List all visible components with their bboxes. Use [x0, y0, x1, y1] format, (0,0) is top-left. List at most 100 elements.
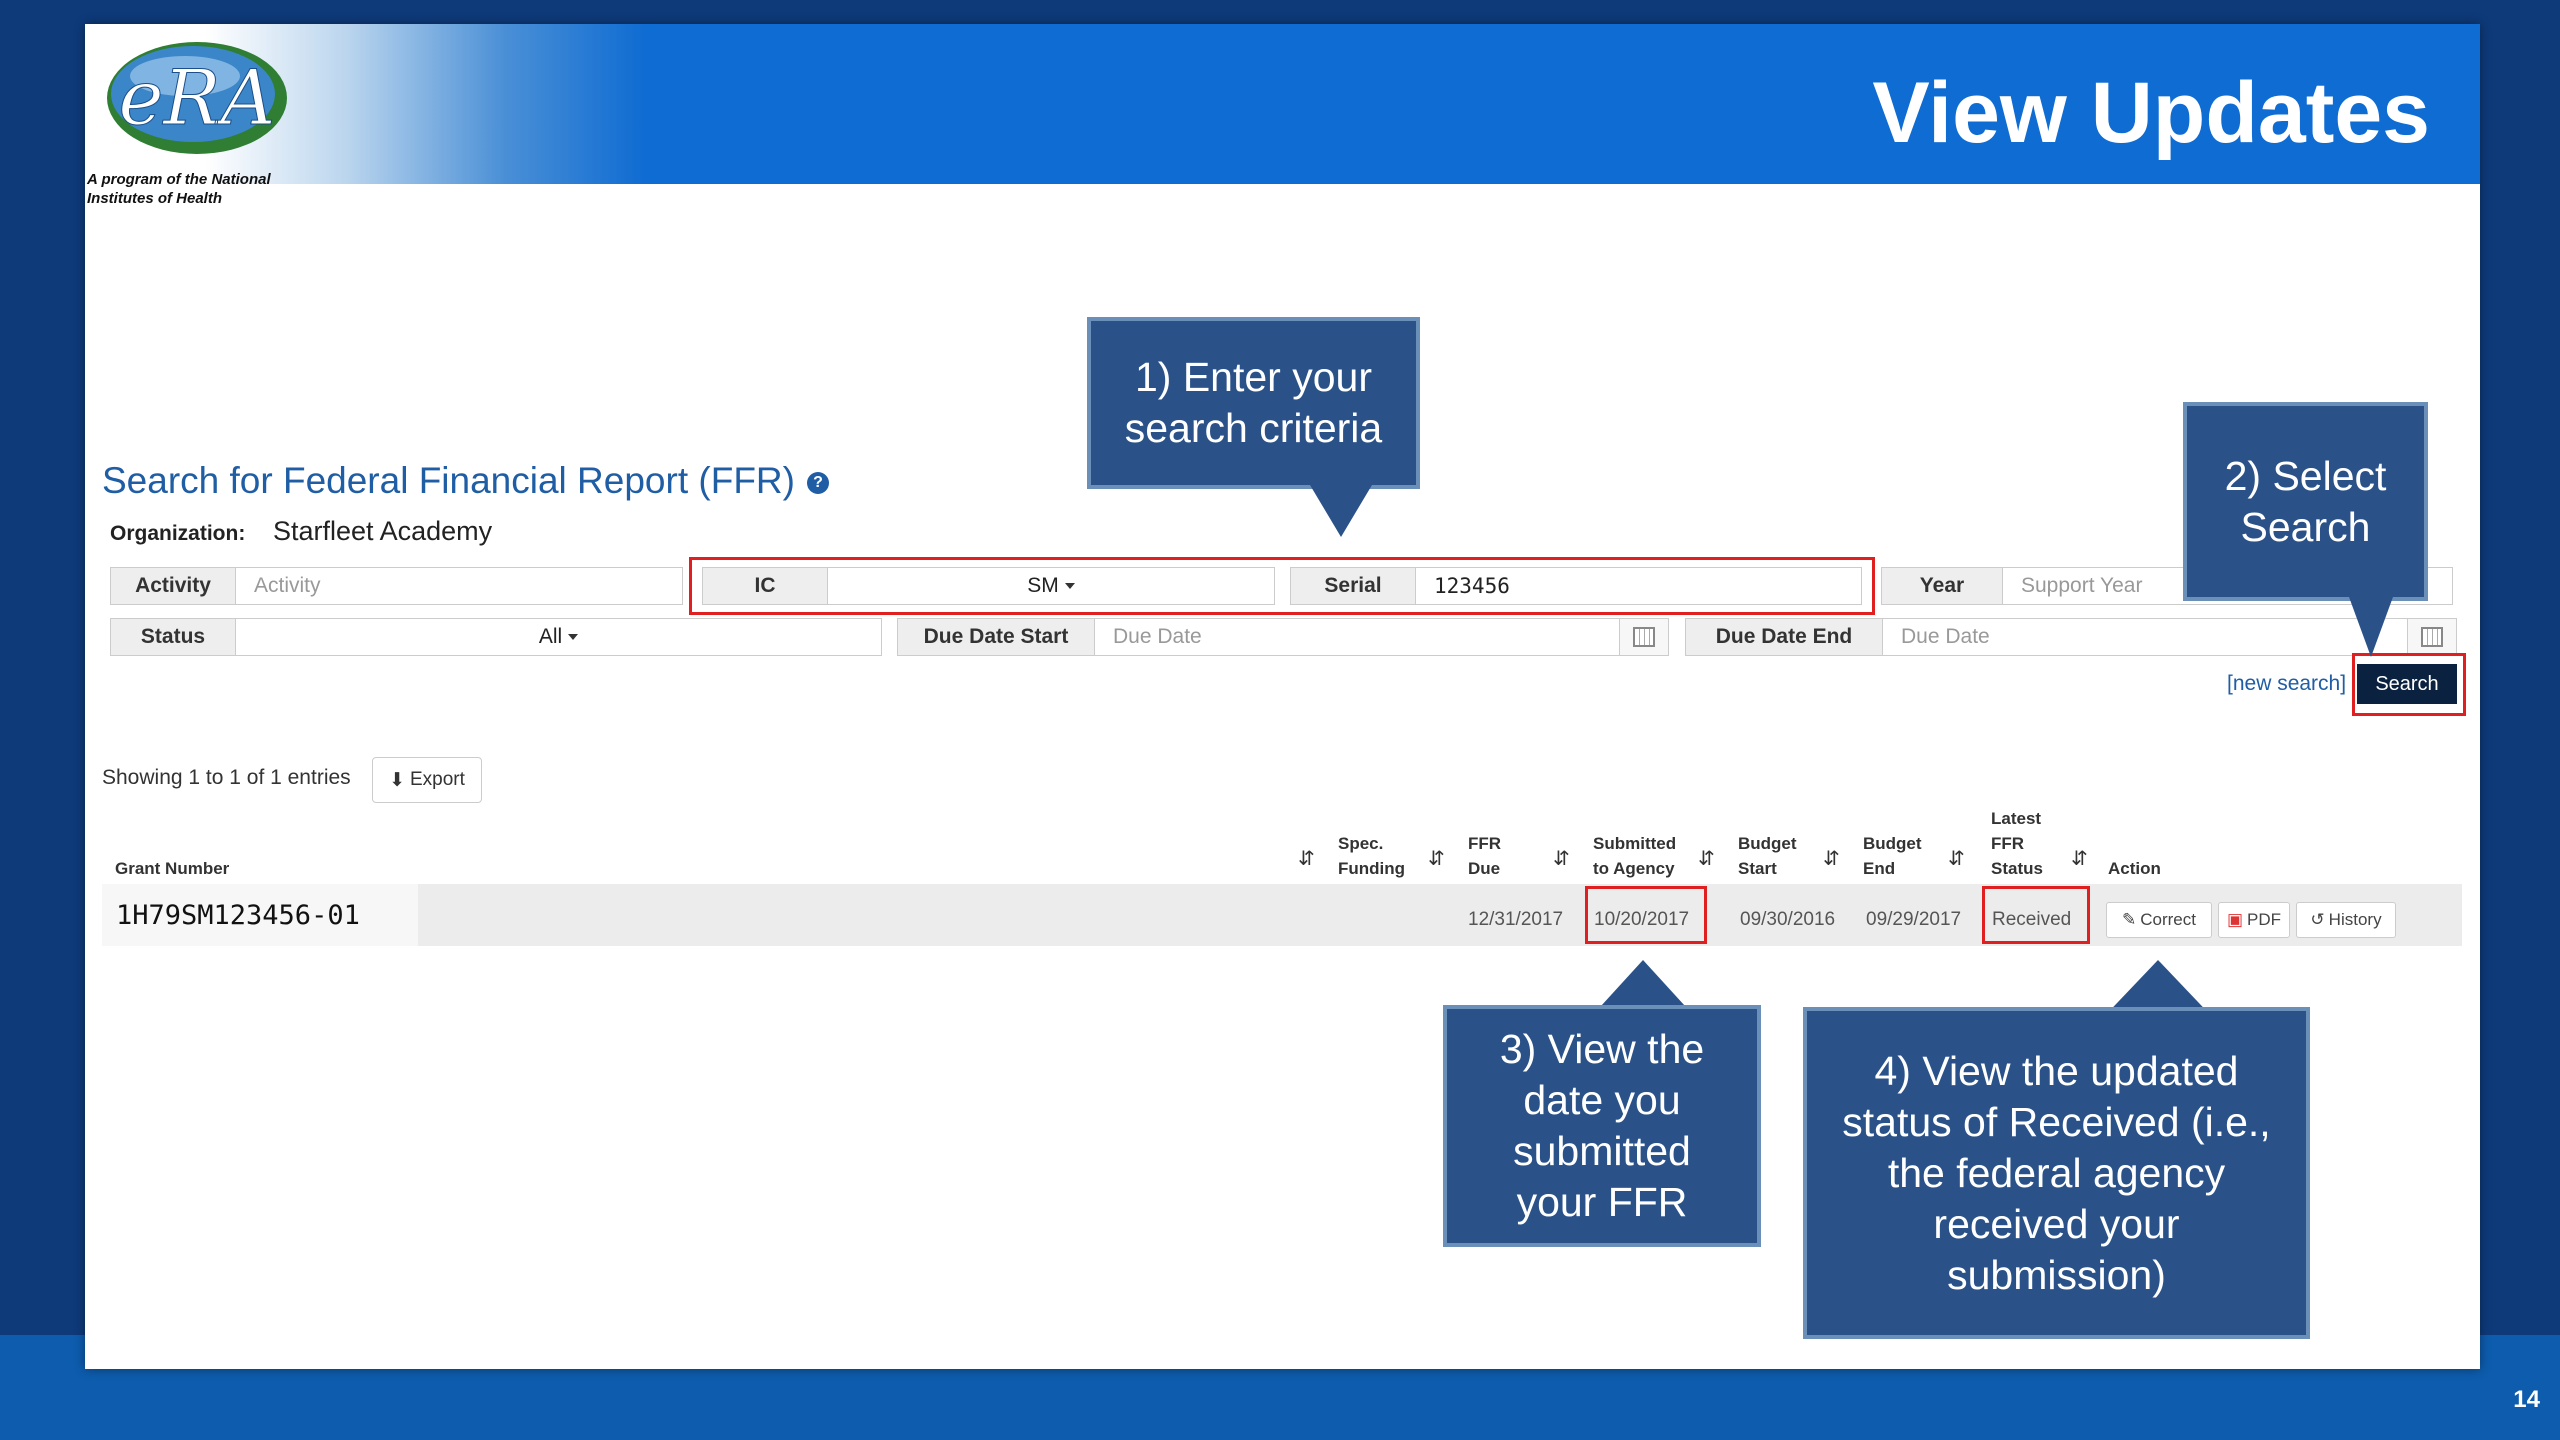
serial-label: Serial — [1291, 568, 1416, 604]
budget-start-cell: 09/30/2016 — [1740, 909, 1836, 930]
col-ffr-due[interactable]: FFR Due — [1468, 831, 1501, 881]
sort-icon[interactable]: ⇵ — [1553, 846, 1570, 871]
col-ffr-due-2: Due — [1468, 859, 1501, 878]
due-date-end-label: Due Date End — [1686, 619, 1883, 655]
sort-icon[interactable]: ⇵ — [1698, 846, 1715, 871]
callout-1-line-1: 1) Enter your — [1134, 354, 1372, 400]
callout-4-line-3: the federal agency — [1887, 1149, 2226, 1196]
col-spec-funding[interactable]: Spec. Funding — [1338, 831, 1405, 881]
history-label: History — [2328, 910, 2382, 929]
sort-icon[interactable]: ⇵ — [1428, 846, 1445, 871]
callout-4-line-4: received your — [1933, 1200, 2180, 1247]
activity-field: Activity Activity — [110, 567, 683, 605]
chevron-down-icon — [568, 634, 579, 640]
ffr-due-cell: 12/31/2017 — [1468, 909, 1564, 930]
pdf-label: PDF — [2247, 910, 2282, 929]
due-date-start-label: Due Date Start — [898, 619, 1095, 655]
activity-input[interactable]: Activity — [236, 568, 682, 604]
budget-end-cell: 09/29/2017 — [1866, 909, 1962, 930]
status-field: Status All — [110, 618, 882, 656]
ic-select[interactable]: SM — [828, 568, 1274, 604]
page-title-text: Search for Federal Financial Report (FFR… — [102, 460, 795, 501]
pdf-icon: ▣ — [2226, 910, 2244, 929]
status-select-value: All — [538, 625, 563, 648]
activity-label: Activity — [111, 568, 236, 604]
callout-view-status: 4) View the updated status of Received (i… — [1803, 1007, 2310, 1339]
history-icon: ↺ — [2310, 910, 2325, 929]
col-submitted-2: to Agency — [1593, 859, 1675, 878]
status-label: Status — [111, 619, 236, 655]
col-budget-start-1: Budget — [1738, 834, 1797, 853]
col-submitted-1: Submitted — [1593, 834, 1677, 853]
col-budget-end-1: Budget — [1863, 834, 1922, 853]
results-count: Showing 1 to 1 of 1 entries — [102, 766, 351, 789]
callout-4-line-1: 4) View the updated — [1874, 1047, 2239, 1094]
organization-value: Starfleet Academy — [273, 516, 493, 546]
sort-icon[interactable]: ⇵ — [1298, 846, 1315, 871]
callout-select-search: 2) Select Search — [2183, 402, 2428, 601]
sort-icon[interactable]: ⇵ — [2071, 846, 2088, 871]
search-button[interactable]: Search — [2357, 664, 2457, 704]
col-budget-start[interactable]: Budget Start — [1738, 831, 1797, 881]
history-button[interactable]: ↺ History — [2296, 902, 2396, 938]
year-label: Year — [1882, 568, 2003, 604]
sort-icon[interactable]: ⇵ — [1948, 846, 1965, 871]
new-search-link[interactable]: [new search] — [2227, 672, 2346, 696]
correct-label: Correct — [2140, 910, 2196, 929]
pdf-button[interactable]: ▣ PDF — [2218, 902, 2290, 938]
callout-2-line-2: Search — [2240, 503, 2371, 550]
callout-enter-criteria: 1) Enter your search criteria — [1087, 317, 1420, 489]
callout-2-line-1: 2) Select — [2224, 452, 2387, 499]
export-button[interactable]: ⬇ Export — [372, 757, 482, 803]
callout-3-line-4: your FFR — [1516, 1179, 1688, 1225]
col-submitted[interactable]: Submitted to Agency — [1593, 831, 1676, 881]
callout-view-date: 3) View the date you submitted your FFR — [1443, 1005, 1761, 1247]
col-latest-1: Latest — [1991, 809, 2042, 828]
col-action: Action — [2108, 859, 2161, 878]
callout-4-line-5: submission) — [1947, 1251, 2166, 1298]
slide: View Updates eRA A program of the Nation… — [85, 24, 2480, 1369]
calendar-icon[interactable] — [2407, 619, 2456, 655]
callout-4-line-2: status of Received (i.e., — [1842, 1098, 2271, 1145]
col-spec-funding-2: Funding — [1338, 859, 1406, 878]
due-date-start-field: Due Date Start Due Date — [897, 618, 1669, 656]
due-date-end-input[interactable]: Due Date — [1883, 619, 2407, 655]
edit-icon: ✎ — [2122, 910, 2137, 929]
callout-1-line-2: search criteria — [1124, 405, 1383, 451]
status-select[interactable]: All — [236, 619, 881, 655]
due-date-end-field: Due Date End Due Date — [1685, 618, 2457, 656]
serial-input[interactable]: 123456 — [1416, 568, 1861, 604]
col-latest-2: FFR — [1991, 834, 2025, 853]
col-grant-number[interactable]: Grant Number — [115, 856, 229, 881]
col-latest-3: Status — [1991, 859, 2043, 878]
col-latest-ffr-status[interactable]: Latest FFR Status — [1991, 806, 2043, 881]
due-date-start-input[interactable]: Due Date — [1095, 619, 1619, 655]
organization-label: Organization: — [110, 522, 246, 545]
col-budget-end[interactable]: Budget End — [1863, 831, 1922, 881]
page-number: 14 — [2513, 1386, 2540, 1413]
ic-field: IC SM — [702, 567, 1275, 605]
grant-number-cell: 1H79SM123456-01 — [102, 884, 418, 946]
chevron-down-icon — [1064, 583, 1075, 589]
status-cell: Received — [1992, 909, 2072, 930]
grant-number[interactable]: 1H79SM123456-01 — [116, 900, 360, 931]
export-label: Export — [410, 769, 465, 790]
col-spec-funding-1: Spec. — [1338, 834, 1384, 853]
callout-3-pointer — [1601, 960, 1685, 1006]
download-icon: ⬇ — [389, 769, 405, 791]
ffr-search-app: Search for Federal Financial Report (FFR… — [85, 24, 2480, 1369]
col-ffr-due-1: FFR — [1468, 834, 1502, 853]
sort-icon[interactable]: ⇵ — [1823, 846, 1840, 871]
question-circle-icon[interactable]: ? — [806, 472, 829, 495]
serial-field: Serial 123456 — [1290, 567, 1862, 605]
calendar-icon[interactable] — [1619, 619, 1668, 655]
callout-2-pointer — [2349, 597, 2393, 657]
col-budget-start-2: Start — [1738, 859, 1777, 878]
submitted-to-agency-cell: 10/20/2017 — [1594, 909, 1690, 930]
correct-button[interactable]: ✎ Correct — [2106, 902, 2212, 938]
page-title: Search for Federal Financial Report (FFR… — [102, 460, 829, 502]
callout-3-line-1: 3) View the — [1499, 1026, 1705, 1072]
ic-select-value: SM — [1027, 574, 1059, 597]
ic-label: IC — [703, 568, 828, 604]
callout-3-line-2: date you — [1523, 1077, 1681, 1123]
